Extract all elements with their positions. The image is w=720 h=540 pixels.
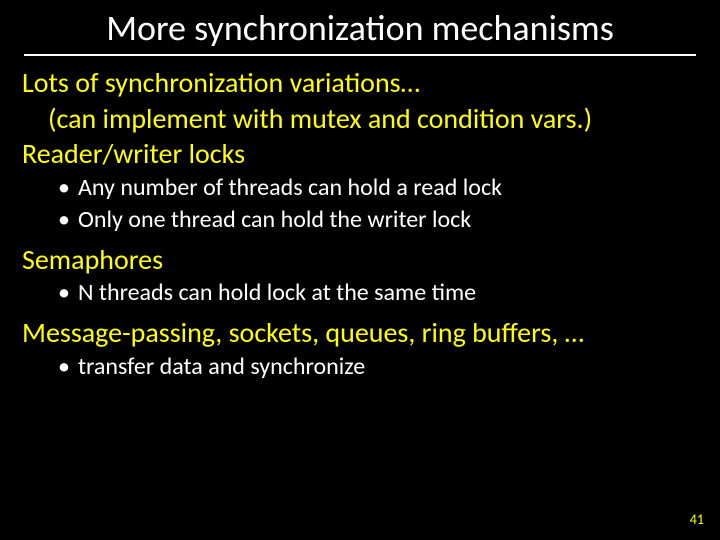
rw-bullets: Any number of threads can hold a read lo… (22, 173, 698, 235)
page-number: 41 (690, 511, 704, 528)
slide-title: More synchronization mechanisms (24, 0, 696, 56)
rw-heading: Reader/writer locks (22, 137, 698, 171)
mp-bullets: transfer data and synchronize (22, 352, 698, 382)
intro-line-2: (can implement with mutex and condition … (22, 102, 698, 136)
sem-heading: Semaphores (22, 243, 698, 277)
mp-bullet-1: transfer data and synchronize (78, 352, 698, 382)
sem-bullet-1: N threads can hold lock at the same time (78, 278, 698, 308)
rw-bullet-2: Only one thread can hold the writer lock (78, 205, 698, 235)
sem-bullets: N threads can hold lock at the same time (22, 278, 698, 308)
mp-heading: Message-passing, sockets, queues, ring b… (22, 316, 698, 350)
intro-line-1: Lots of synchronization variations… (22, 66, 698, 100)
rw-bullet-1: Any number of threads can hold a read lo… (78, 173, 698, 203)
slide-body: Lots of synchronization variations… (can… (0, 56, 720, 382)
slide: More synchronization mechanisms Lots of … (0, 0, 720, 540)
